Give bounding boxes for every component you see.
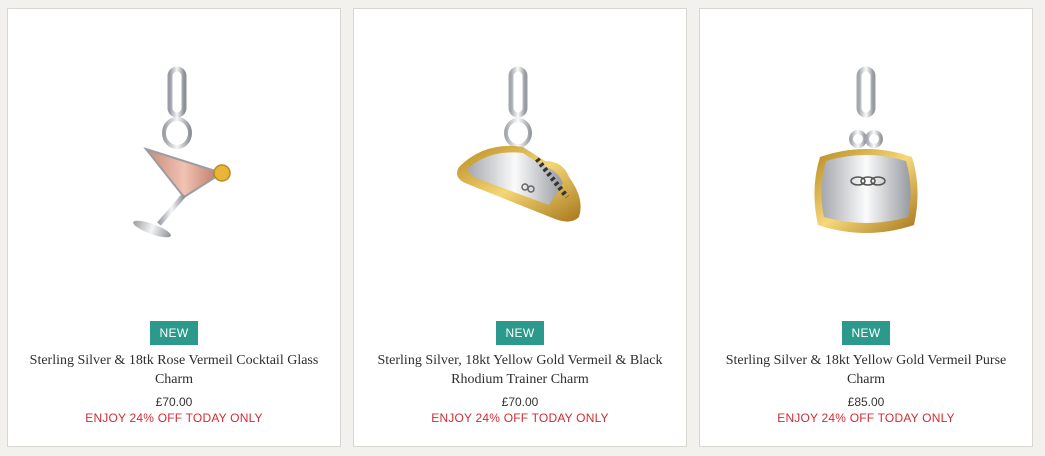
new-badge: NEW	[150, 321, 198, 345]
trainer-charm-icon	[457, 66, 581, 222]
promo-text: ENJOY 24% OFF TODAY ONLY	[431, 411, 609, 425]
cocktail-glass-charm-icon	[133, 66, 231, 238]
product-name[interactable]: Sterling Silver & 18kt Yellow Gold Verme…	[720, 351, 1012, 389]
product-image-cocktail-glass[interactable]	[8, 49, 340, 259]
new-badge: NEW	[496, 321, 544, 345]
product-name[interactable]: Sterling Silver & 18tk Rose Vermeil Cock…	[28, 351, 320, 389]
promo-text: ENJOY 24% OFF TODAY ONLY	[85, 411, 263, 425]
new-badge: NEW	[842, 321, 890, 345]
product-image-trainer[interactable]	[354, 49, 686, 259]
product-image-purse[interactable]	[700, 49, 1032, 259]
product-card-cocktail-glass[interactable]: NEW Sterling Silver & 18tk Rose Vermeil …	[7, 8, 341, 447]
product-price: £70.00	[501, 395, 539, 409]
product-card-purse[interactable]: NEW Sterling Silver & 18kt Yellow Gold V…	[699, 8, 1033, 447]
product-price: £85.00	[847, 395, 885, 409]
promo-text: ENJOY 24% OFF TODAY ONLY	[777, 411, 955, 425]
product-card-trainer[interactable]: NEW Sterling Silver, 18kt Yellow Gold Ve…	[353, 8, 687, 447]
product-name[interactable]: Sterling Silver, 18kt Yellow Gold Vermei…	[374, 351, 666, 389]
product-price: £70.00	[155, 395, 193, 409]
purse-charm-icon	[814, 66, 918, 233]
product-grid: NEW Sterling Silver & 18tk Rose Vermeil …	[0, 0, 1045, 456]
